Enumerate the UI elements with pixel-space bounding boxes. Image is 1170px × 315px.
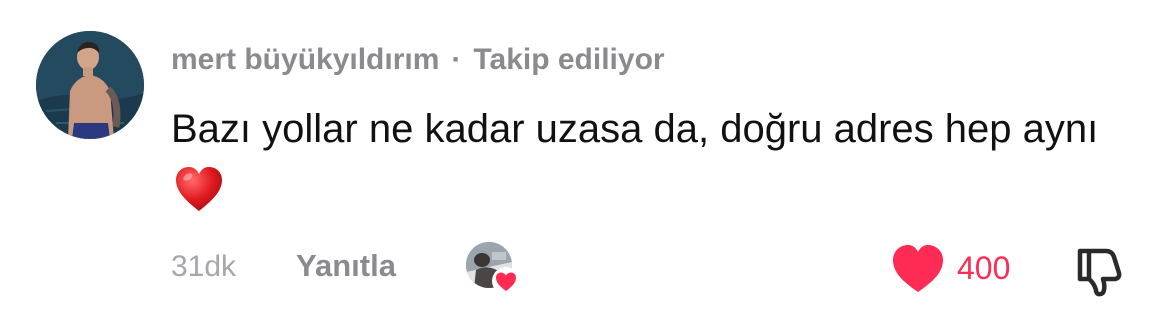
header-separator: · (451, 43, 462, 76)
commenter-avatar[interactable] (36, 31, 144, 139)
avatar-photo (36, 31, 144, 139)
comment-item: mert büyükyıldırım · Takip ediliyor Bazı… (0, 0, 1170, 315)
heart-icon (496, 272, 516, 291)
follow-status: Takip ediliyor (473, 43, 665, 76)
like-button[interactable] (890, 242, 946, 296)
comment-header: mert büyükyıldırım · Takip ediliyor (171, 40, 665, 80)
creator-heart-badge (492, 267, 520, 295)
like-count: 400 (957, 250, 1011, 286)
author-name[interactable]: mert büyükyıldırım (171, 43, 439, 77)
thumbs-down-icon (1077, 248, 1122, 297)
comment-body: Bazı yollar ne kadar uzasa da, doğru adr… (171, 98, 1101, 222)
dislike-button[interactable] (1072, 242, 1128, 298)
reply-button[interactable]: Yanıtla (296, 248, 396, 284)
heart-icon (893, 245, 943, 292)
comment-text: Bazı yollar ne kadar uzasa da, doğru adr… (171, 107, 1099, 151)
comment-footer: 31dk Yanıtla 400 (0, 240, 1170, 298)
comment-timestamp: 31dk (171, 250, 237, 283)
creator-liked-badge (466, 242, 520, 296)
heart-emoji-icon (176, 167, 222, 211)
